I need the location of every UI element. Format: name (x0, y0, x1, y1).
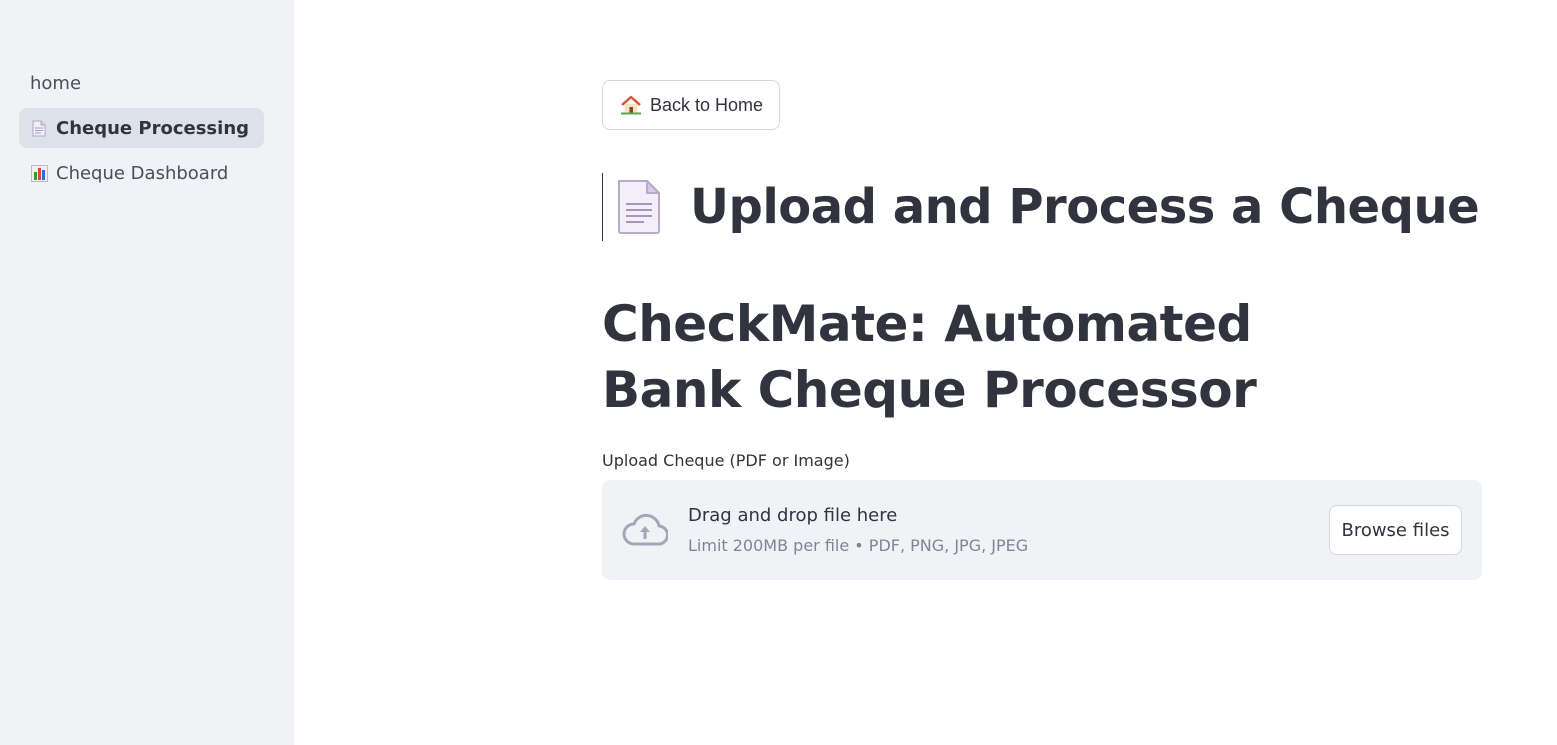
sidebar-item-label: Cheque Processing (56, 117, 250, 139)
sidebar-item-home[interactable]: home (19, 63, 264, 103)
cloud-upload-icon (622, 513, 669, 547)
sidebar-item-cheque-processing[interactable]: Cheque Processing (19, 108, 264, 148)
sidebar: home Cheque Processing Cheque Dashboard (0, 0, 294, 745)
file-dropzone[interactable]: Drag and drop file here Limit 200MB per … (602, 480, 1482, 580)
document-icon (30, 119, 48, 137)
sidebar-item-cheque-dashboard[interactable]: Cheque Dashboard (19, 153, 264, 193)
upload-label: Upload Cheque (PDF or Image) (602, 451, 850, 470)
main-content: Back to Home Upload and Process a Cheque… (602, 80, 1482, 580)
house-icon (620, 95, 642, 115)
sidebar-nav: home Cheque Processing Cheque Dashboard (19, 63, 264, 198)
sidebar-item-label: home (30, 72, 82, 94)
bar-chart-icon (30, 164, 48, 182)
dropzone-text: Drag and drop file here Limit 200MB per … (688, 505, 1028, 555)
page-title-row: Upload and Process a Cheque (602, 173, 1482, 241)
back-to-home-label: Back to Home (650, 94, 764, 115)
document-icon (616, 179, 662, 235)
sidebar-item-label: Cheque Dashboard (56, 162, 229, 184)
app-window: home Cheque Processing Cheque Dashboard … (0, 0, 1557, 745)
app-subtitle: CheckMate: Automated Bank Cheque Process… (602, 295, 1257, 419)
main-area: Back to Home Upload and Process a Cheque… (294, 0, 1557, 745)
back-to-home-button[interactable]: Back to Home (602, 80, 781, 130)
file-limit-text: Limit 200MB per file • PDF, PNG, JPG, JP… (688, 536, 1029, 555)
drop-instruction: Drag and drop file here (688, 505, 898, 526)
page-title: Upload and Process a Cheque (690, 179, 1480, 235)
browse-files-button[interactable]: Browse files (1329, 505, 1462, 555)
